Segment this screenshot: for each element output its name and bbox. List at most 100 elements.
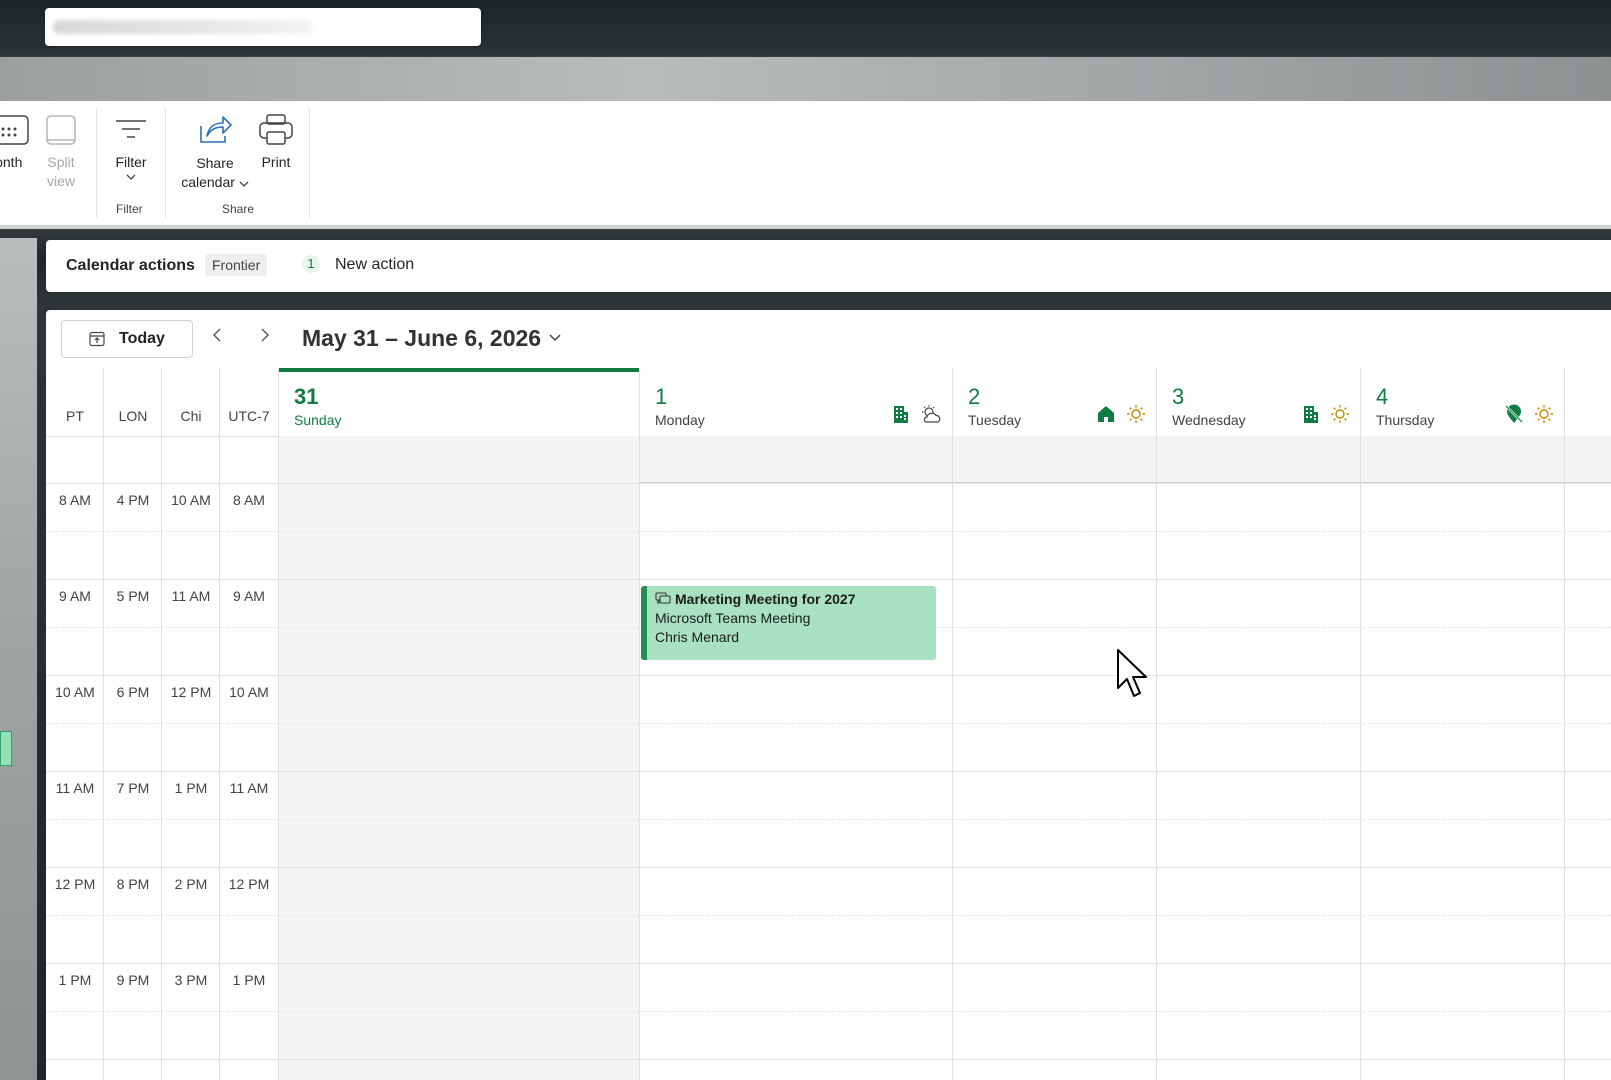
calendar-event[interactable]: Marketing Meeting for 2027 Microsoft Tea…: [641, 586, 936, 660]
calendar-actions-title: Calendar actions: [66, 257, 195, 274]
share-group-label: Share: [222, 202, 255, 216]
day-header-thursday[interactable]: 4 Thursday: [1361, 368, 1564, 436]
day-number: 31: [294, 384, 319, 409]
grid-vline: [1564, 368, 1565, 1080]
print-label: Print: [261, 154, 291, 170]
search-input-blurred: [53, 20, 313, 34]
hour-line: [46, 675, 1611, 676]
today-button[interactable]: Today: [61, 320, 193, 358]
event-title: Marketing Meeting for 2027: [675, 591, 856, 607]
hour-line: [46, 963, 1611, 964]
grid-vline: [278, 368, 279, 1080]
calendar-panel: Today May 31 – June 6, 2026 PT LON Chi U…: [46, 310, 1611, 1080]
search-bar[interactable]: [45, 8, 481, 46]
chevron-left-icon[interactable]: [212, 327, 222, 343]
half-hour-line: [46, 915, 1611, 916]
calendar-today-icon: [89, 331, 105, 347]
chevron-down-icon: [239, 181, 249, 187]
event-location: Microsoft Teams Meeting: [655, 610, 811, 626]
split-label-2: view: [46, 173, 75, 189]
window-band: [0, 57, 1611, 102]
day-name: Wednesday: [1172, 412, 1246, 428]
day-name: Monday: [655, 412, 705, 428]
day-number: 1: [655, 384, 668, 409]
time-label-lon: 4 PM: [116, 492, 150, 508]
half-hour-line: [46, 1011, 1611, 1012]
today-label: Today: [119, 330, 165, 347]
time-label-utc7: 8 AM: [233, 492, 265, 508]
half-hour-line: [46, 723, 1611, 724]
hour-line: [46, 579, 1611, 580]
all-day-row: [639, 436, 1611, 482]
filter-button[interactable]: Filter: [108, 113, 154, 180]
split-label-1: Split: [47, 154, 75, 170]
time-label-pt: 12 PM: [54, 876, 96, 892]
date-range-title[interactable]: May 31 – June 6, 2026: [302, 325, 541, 352]
time-label-chi: 2 PM: [174, 876, 208, 892]
partly-cloudy-icon: [922, 405, 941, 423]
time-label-chi: 11 AM: [171, 588, 211, 604]
split-view-button[interactable]: Split view: [43, 113, 79, 189]
ribbon-divider: [309, 108, 310, 218]
day-header-wednesday[interactable]: 3 Wednesday: [1157, 368, 1360, 436]
filter-icon: [116, 120, 146, 138]
time-label-chi: 1 PM: [174, 780, 208, 796]
half-hour-line: [46, 819, 1611, 820]
event-organizer: Chris Menard: [655, 629, 740, 645]
time-label-utc7: 11 AM: [229, 780, 269, 796]
new-action-link[interactable]: New action: [335, 256, 414, 274]
share-calendar-button[interactable]: Share calendar: [176, 112, 254, 190]
home-icon[interactable]: [1096, 404, 1116, 424]
time-label-pt: 8 AM: [59, 492, 91, 508]
share-label-1: Share: [196, 155, 234, 171]
split-view-icon: [46, 115, 76, 145]
sun-icon: [1127, 405, 1145, 423]
time-label-lon: 7 PM: [116, 780, 150, 796]
grid-vline: [952, 368, 953, 1080]
time-label-utc7: 10 AM: [229, 684, 269, 700]
day-name: Thursday: [1376, 412, 1435, 428]
hour-line: [46, 483, 1611, 484]
mini-calendar-selection: [0, 731, 12, 766]
left-sidebar: [0, 238, 37, 1080]
frontier-badge: Frontier: [205, 254, 268, 276]
time-label-chi: 10 AM: [171, 492, 211, 508]
time-label-chi: 12 PM: [170, 684, 212, 700]
time-label-utc7: 1 PM: [232, 972, 266, 988]
time-label-lon: 9 PM: [116, 972, 150, 988]
sunday-column: [279, 436, 639, 1080]
day-number: 4: [1376, 384, 1389, 409]
filter-group-label: Filter: [116, 202, 143, 216]
grid-vline: [1360, 368, 1361, 1080]
office-building-icon[interactable]: [1302, 404, 1320, 424]
day-name: Tuesday: [968, 412, 1022, 428]
share-icon: [200, 116, 232, 143]
day-name: Sunday: [294, 412, 342, 428]
timezone-chi: Chi: [180, 408, 202, 424]
day-header-monday[interactable]: 1 Monday: [640, 368, 952, 436]
month-label: lonth: [0, 154, 23, 170]
calendar-month-icon: [0, 115, 29, 145]
time-label-lon: 5 PM: [116, 588, 150, 604]
filter-label: Filter: [115, 154, 147, 170]
chevron-right-icon[interactable]: [260, 327, 270, 343]
time-label-chi: 3 PM: [174, 972, 208, 988]
ribbon-divider: [165, 108, 166, 218]
print-button[interactable]: Print: [256, 113, 296, 170]
office-building-icon[interactable]: [892, 404, 910, 424]
day-header-sunday[interactable]: 31 Sunday: [279, 368, 639, 436]
grid-vline: [639, 368, 640, 1080]
mouse-cursor-icon: [1117, 649, 1147, 697]
month-view-button[interactable]: lonth: [0, 113, 34, 170]
timezone-lon: LON: [118, 408, 148, 424]
share-label-2: calendar: [181, 174, 235, 190]
hour-line: [46, 867, 1611, 868]
action-count-badge: 1: [302, 255, 320, 273]
time-label-pt: 10 AM: [55, 684, 95, 700]
time-label-lon: 6 PM: [116, 684, 150, 700]
time-label-pt: 9 AM: [59, 588, 91, 604]
location-off-icon[interactable]: [1504, 404, 1524, 424]
day-header-tuesday[interactable]: 2 Tuesday: [953, 368, 1156, 436]
time-label-pt: 11 AM: [55, 780, 95, 796]
chevron-down-icon[interactable]: [549, 334, 561, 342]
